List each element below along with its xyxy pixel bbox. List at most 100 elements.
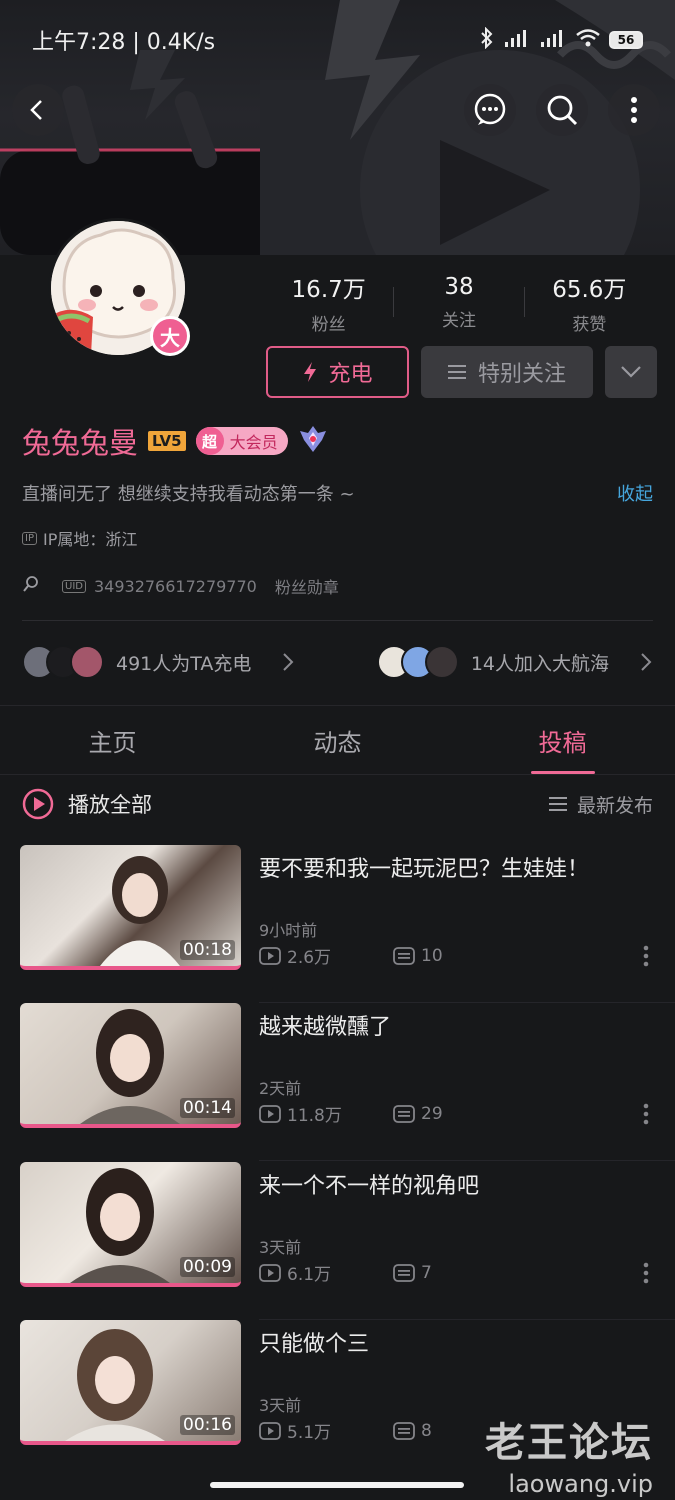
sort-button[interactable]: 最新发布 — [548, 791, 653, 818]
video-more-button[interactable] — [643, 1262, 649, 1288]
watermark-site: laowang.vip — [508, 1470, 653, 1498]
level-badge: LV5 — [148, 431, 186, 451]
play-circle-icon — [22, 788, 54, 820]
collapse-link[interactable]: 收起 — [617, 480, 653, 506]
view-count: 5.1万 — [287, 1423, 332, 1443]
tab-uploads[interactable]: 投稿 — [450, 706, 675, 774]
comment-count: 8 — [421, 1420, 432, 1441]
video-meta: 5.1万 8 — [259, 1418, 497, 1443]
special-follow-label: 特别关注 — [477, 362, 566, 387]
video-item[interactable]: 00:18 要不要和我一起玩泥巴？生娃娃！ 9小时前 2.6万 10 — [0, 845, 675, 1003]
video-thumbnail[interactable]: 00:09 — [20, 1162, 241, 1287]
charge-count-text: 491人为TA充电 — [116, 652, 252, 675]
vertical-dots-icon — [643, 1103, 649, 1125]
video-thumbnail[interactable]: 00:14 — [20, 1003, 241, 1128]
tab-home[interactable]: 主页 — [0, 706, 225, 774]
back-arrow-icon — [30, 100, 42, 120]
medal-icon[interactable] — [298, 424, 328, 458]
view-count: 6.1万 — [287, 1265, 332, 1285]
special-follow-button[interactable]: 特别关注 — [421, 346, 593, 398]
comments: 10 — [393, 943, 497, 968]
big-member-badge: 大 — [150, 316, 190, 356]
more-options-button[interactable] — [608, 84, 660, 136]
stat-likes[interactable]: 65.6万 获赞 — [525, 270, 654, 335]
views: 5.1万 — [259, 1418, 363, 1443]
profile-stats: 16.7万 粉丝 38 关注 65.6万 获赞 — [264, 270, 654, 335]
play-count-icon — [259, 946, 281, 965]
profile-avatar[interactable]: 大 — [48, 218, 190, 358]
chat-bubble-icon — [474, 93, 506, 125]
list-icon — [548, 797, 567, 811]
charge-supporters[interactable]: 491人为TA充电 — [22, 645, 295, 679]
vip-badge[interactable]: 超 大会员 — [195, 427, 288, 455]
profile-actions: 充电 特别关注 — [266, 346, 657, 398]
fleet-count-text: 14人加入大航海 — [470, 652, 609, 675]
watermark-title: 老王论坛 — [485, 1420, 653, 1466]
views: 2.6万 — [259, 943, 363, 968]
status-time: 上午7:28 | 0.4K/s — [32, 30, 216, 55]
video-title[interactable]: 来一个不一样的视角吧 — [259, 1168, 479, 1200]
video-thumbnail[interactable]: 00:18 — [20, 845, 241, 970]
search-button[interactable] — [536, 84, 588, 136]
stat-label: 关注 — [441, 310, 476, 331]
tab-dynamics[interactable]: 动态 — [225, 706, 450, 774]
divider — [259, 1160, 675, 1161]
video-time: 9小时前 — [259, 921, 318, 940]
video-duration: 00:16 — [180, 1415, 235, 1435]
video-item[interactable]: 00:09 来一个不一样的视角吧 3天前 6.1万 7 — [0, 1162, 675, 1320]
video-item[interactable]: 00:14 越来越微醺了 2天前 11.8万 29 — [0, 1003, 675, 1161]
play-all-button[interactable]: 播放全部 — [22, 788, 152, 820]
video-time: 3天前 — [259, 1238, 302, 1257]
video-duration: 00:18 — [180, 940, 235, 960]
uid-value[interactable]: 3493276617279770 — [94, 577, 257, 596]
vertical-dots-icon — [643, 1262, 649, 1284]
expand-actions-button[interactable] — [605, 346, 657, 398]
fleet-supporters[interactable]: 14人加入大航海 — [376, 645, 653, 679]
video-meta: 11.8万 29 — [259, 1101, 497, 1126]
message-button[interactable] — [464, 84, 516, 136]
home-indicator[interactable] — [210, 1482, 464, 1488]
video-time: 3天前 — [259, 1396, 302, 1415]
stat-fans[interactable]: 16.7万 粉丝 — [264, 270, 393, 335]
video-title[interactable]: 要不要和我一起玩泥巴？生娃娃！ — [259, 851, 589, 883]
charge-button[interactable]: 充电 — [266, 346, 409, 398]
stat-value: 16.7万 — [291, 276, 366, 303]
vip-label: 大会员 — [229, 433, 278, 452]
video-time: 2天前 — [259, 1079, 302, 1098]
bluetooth-icon — [479, 26, 495, 53]
video-list-header: 播放全部 最新发布 — [22, 784, 653, 824]
play-count-icon — [259, 1263, 281, 1282]
profile-bio: 直播间无了 想继续支持我看动态第一条 ~ — [22, 484, 355, 505]
search-small-icon[interactable] — [22, 575, 40, 597]
avatar — [70, 645, 104, 679]
video-thumbnail[interactable]: 00:16 — [20, 1320, 241, 1445]
comment-icon — [393, 1421, 415, 1440]
lightning-icon — [304, 362, 317, 382]
chevron-right-icon — [283, 653, 294, 671]
chevron-down-icon — [621, 366, 641, 378]
comments: 7 — [393, 1260, 497, 1285]
profile-name-row: 兔兔兔曼 LV5 超 大会员 — [22, 420, 328, 462]
video-title[interactable]: 只能做个三 — [259, 1326, 369, 1358]
play-count-icon — [259, 1104, 281, 1123]
charge-label: 充电 — [328, 362, 373, 387]
supporters-row: 491人为TA充电 14人加入大航海 — [22, 640, 653, 684]
stat-value: 65.6万 — [552, 276, 627, 303]
username: 兔兔兔曼 — [22, 426, 139, 460]
back-button[interactable] — [12, 84, 64, 136]
sort-label: 最新发布 — [576, 794, 653, 817]
comment-icon — [393, 1104, 415, 1123]
supporter-avatars — [376, 645, 459, 679]
video-more-button[interactable] — [643, 1103, 649, 1129]
fan-medal-link[interactable]: 粉丝勋章 — [275, 574, 339, 598]
status-bar: 上午7:28 | 0.4K/s 56 — [0, 18, 675, 62]
vertical-dots-icon — [643, 945, 649, 967]
video-more-button[interactable] — [643, 945, 649, 971]
video-title[interactable]: 越来越微醺了 — [259, 1009, 391, 1041]
avatar — [424, 645, 459, 679]
ip-location-text: IP属地：浙江 — [42, 530, 138, 549]
stat-following[interactable]: 38 关注 — [394, 274, 523, 331]
comment-icon — [393, 1263, 415, 1282]
comment-icon — [393, 946, 415, 965]
vip-icon: 超 — [195, 427, 224, 455]
